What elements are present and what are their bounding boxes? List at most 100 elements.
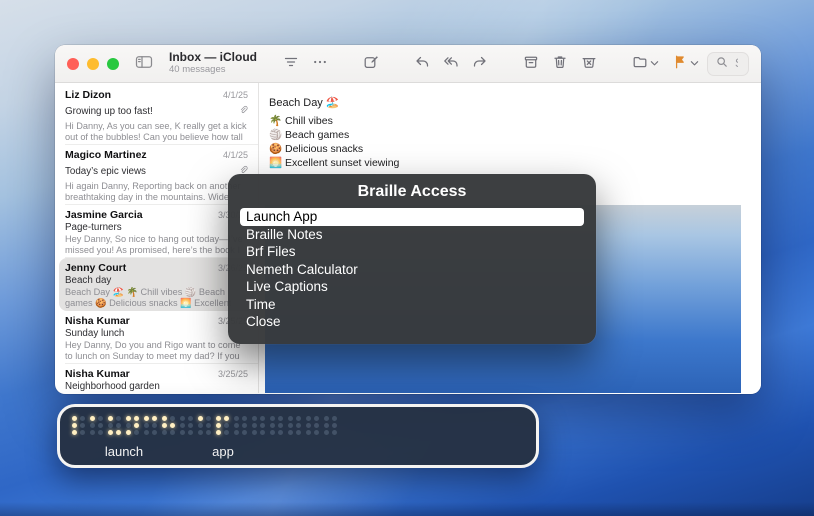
trash-button[interactable]	[552, 54, 568, 73]
braille-dot	[198, 416, 203, 421]
sidebar-icon	[135, 54, 153, 73]
braille-cell	[108, 416, 121, 435]
braille-dot	[90, 416, 95, 421]
braille-dot	[152, 423, 157, 428]
braille-dot	[324, 423, 329, 428]
braille-dot	[170, 416, 175, 421]
email-body-line: 🍪 Delicious snacks	[269, 142, 399, 156]
minimize-window-button[interactable]	[87, 58, 99, 70]
message-list-item[interactable]: Jenny Court3/26/25 Beach day Beach Day 🏖…	[59, 258, 254, 311]
braille-dot	[108, 423, 113, 428]
braille-dot	[170, 430, 175, 435]
message-subject: Neighborhood garden	[65, 381, 160, 392]
menu-item-close[interactable]: Close	[240, 313, 584, 331]
compose-icon	[363, 54, 379, 73]
braille-dot	[162, 423, 167, 428]
message-sender: Nisha Kumar	[65, 368, 130, 380]
junk-button[interactable]	[581, 54, 597, 73]
braille-cell	[270, 416, 283, 435]
braille-dot	[134, 423, 139, 428]
search-field[interactable]	[707, 52, 749, 76]
braille-dot	[90, 430, 95, 435]
braille-dot	[116, 430, 121, 435]
flag-button[interactable]	[672, 54, 688, 73]
sidebar-toggle-button[interactable]	[135, 54, 153, 73]
braille-dot	[260, 430, 265, 435]
braille-dot	[198, 423, 203, 428]
close-window-button[interactable]	[67, 58, 79, 70]
braille-dot	[288, 423, 293, 428]
braille-cell	[180, 416, 193, 435]
menu-item-live-captions[interactable]: Live Captions	[240, 278, 584, 296]
braille-dot	[270, 416, 275, 421]
reply-all-button[interactable]	[443, 54, 459, 73]
message-sender: Nisha Kumar	[65, 315, 130, 327]
braille-dot	[144, 416, 149, 421]
forward-button[interactable]	[472, 54, 488, 73]
braille-dot	[162, 430, 167, 435]
braille-dot	[234, 423, 239, 428]
compose-button[interactable]	[363, 54, 379, 73]
braille-dot	[252, 416, 257, 421]
braille-dot	[296, 423, 301, 428]
menu-item-nemeth-calculator[interactable]: Nemeth Calculator	[240, 261, 584, 279]
mailbox-title: Inbox — iCloud	[169, 51, 261, 65]
menu-item-braille-notes[interactable]: Braille Notes	[240, 226, 584, 244]
braille-dot	[252, 423, 257, 428]
filter-icon	[283, 54, 299, 73]
archive-button[interactable]	[523, 54, 539, 73]
message-sender: Jasmine Garcia	[65, 209, 143, 221]
braille-cell	[324, 416, 337, 435]
email-body-title: Beach Day 🏖️	[269, 96, 340, 109]
braille-dot	[278, 430, 283, 435]
braille-dot	[72, 430, 77, 435]
email-body-line: 🌴 Chill vibes	[269, 114, 399, 128]
window-title-block: Inbox — iCloud 40 messages	[169, 51, 261, 76]
braille-dot	[134, 430, 139, 435]
menu-item-brf-files[interactable]: Brf Files	[240, 243, 584, 261]
braille-dot	[98, 416, 103, 421]
menu-item-time[interactable]: Time	[240, 296, 584, 314]
braille-dot	[72, 416, 77, 421]
braille-access-menu: Launch App Braille Notes Brf Files Nemet…	[240, 208, 584, 331]
reply-button[interactable]	[414, 54, 430, 73]
braille-dot	[152, 416, 157, 421]
braille-access-panel: Braille Access Launch App Braille Notes …	[228, 174, 596, 344]
braille-cell	[126, 416, 139, 435]
zoom-window-button[interactable]	[107, 58, 119, 70]
braille-dot	[198, 430, 203, 435]
message-date: 4/1/25	[223, 150, 248, 160]
braille-dot	[324, 430, 329, 435]
search-input[interactable]	[733, 57, 740, 71]
chevron-down-icon	[650, 59, 659, 68]
braille-dot	[314, 416, 319, 421]
braille-cell	[252, 416, 265, 435]
message-date: 3/25/25	[218, 369, 248, 379]
folder-button[interactable]	[632, 54, 648, 73]
message-subject: Today’s epic views	[65, 166, 146, 177]
braille-cell	[72, 416, 85, 435]
menu-item-launch-app[interactable]: Launch App	[240, 208, 584, 226]
flag-dropdown[interactable]	[672, 54, 699, 73]
braille-access-title: Braille Access	[240, 183, 584, 201]
braille-dot	[116, 416, 121, 421]
message-list-item[interactable]: Liz Dizon4/1/25 Growing up too fast! Hi …	[55, 85, 258, 145]
chevron-down-icon	[690, 59, 699, 68]
message-list-item[interactable]: Nisha Kumar3/25/25 Neighborhood garden H…	[55, 364, 258, 393]
braille-cell	[90, 416, 103, 435]
more-button[interactable]	[312, 54, 328, 73]
braille-dot	[216, 416, 221, 421]
move-to-folder-dropdown[interactable]	[632, 54, 659, 73]
braille-dot	[162, 416, 167, 421]
message-subject: Sunday lunch	[65, 328, 124, 339]
braille-dot	[332, 416, 337, 421]
filter-button[interactable]	[283, 54, 299, 73]
braille-dot	[234, 430, 239, 435]
search-icon	[716, 55, 728, 73]
message-subject: Page-turners	[65, 222, 122, 233]
braille-dot	[188, 423, 193, 428]
message-preview: Hey Danny, So nice to hang out today—I’v…	[65, 234, 248, 255]
braille-dot	[170, 423, 175, 428]
braille-dot	[126, 416, 131, 421]
braille-dot	[252, 430, 257, 435]
